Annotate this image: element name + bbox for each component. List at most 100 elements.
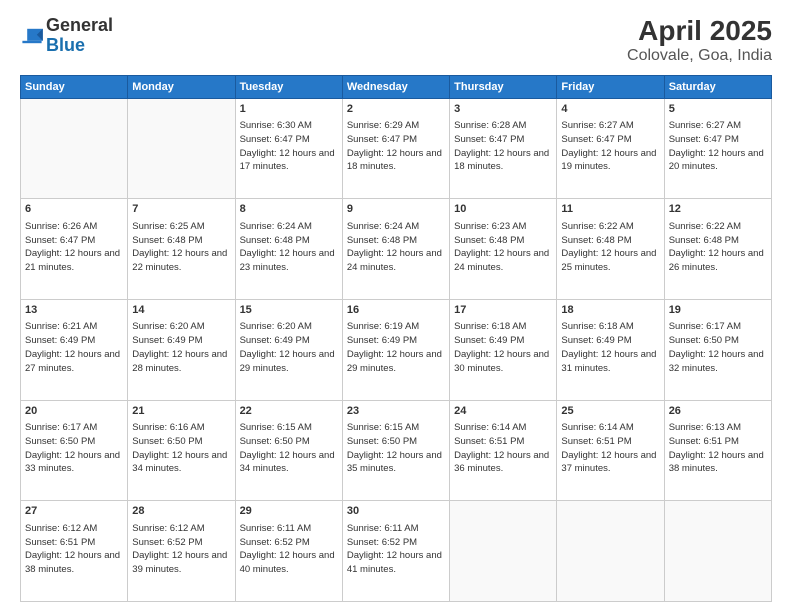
day-info: Sunrise: 6:24 AM Sunset: 6:48 PM Dayligh… [347,220,445,275]
day-number: 17 [454,303,552,318]
day-number: 12 [669,202,767,217]
calendar-day-cell: 11Sunrise: 6:22 AM Sunset: 6:48 PM Dayli… [557,199,664,300]
day-number: 27 [25,504,123,519]
calendar-day-cell [450,501,557,602]
day-info: Sunrise: 6:12 AM Sunset: 6:51 PM Dayligh… [25,522,123,577]
logo: General Blue [20,16,113,56]
col-header-tuesday: Tuesday [235,75,342,98]
day-number: 26 [669,404,767,419]
calendar-day-cell: 24 Sunrise: 6:14 AM Sunset: 6:51 PM Dayli… [450,400,557,501]
day-number: 28 [132,504,230,519]
day-number: 16 [347,303,445,318]
day-info: Sunrise: 6:29 AM Sunset: 6:47 PM Dayligh… [347,119,445,174]
day-number: 3 [454,102,552,117]
day-info: Sunrise: 6:30 AM Sunset: 6:47 PM Dayligh… [240,119,338,174]
header: General Blue April 2025 Colovale, Goa, I… [20,16,772,65]
day-info: Sunrise: 6:12 AM Sunset: 6:52 PM Dayligh… [132,522,230,577]
day-info: Sunrise: 6:13 AM Sunset: 6:51 PM Dayligh… [669,421,767,476]
page-subtitle: Colovale, Goa, India [627,47,772,65]
calendar-day-cell: 6Sunrise: 6:26 AM Sunset: 6:47 PM Daylig… [21,199,128,300]
day-info: Sunrise: 6:22 AM Sunset: 6:48 PM Dayligh… [561,220,659,275]
calendar-table: SundayMondayTuesdayWednesdayThursdayFrid… [20,75,772,602]
calendar-header-row: SundayMondayTuesdayWednesdayThursdayFrid… [21,75,772,98]
calendar-day-cell [664,501,771,602]
col-header-thursday: Thursday [450,75,557,98]
col-header-monday: Monday [128,75,235,98]
col-header-wednesday: Wednesday [342,75,449,98]
day-info: Sunrise: 6:27 AM Sunset: 6:47 PM Dayligh… [669,119,767,174]
calendar-day-cell: 4Sunrise: 6:27 AM Sunset: 6:47 PM Daylig… [557,98,664,199]
calendar-day-cell: 12 Sunrise: 6:22 AM Sunset: 6:48 PM Dayli… [664,199,771,300]
day-number: 18 [561,303,659,318]
calendar-day-cell: 5 Sunrise: 6:27 AM Sunset: 6:47 PM Daylig… [664,98,771,199]
day-number: 24 [454,404,552,419]
calendar-day-cell: 19Sunrise: 6:17 AM Sunset: 6:50 PM Dayli… [664,300,771,401]
page: General Blue April 2025 Colovale, Goa, I… [0,0,792,612]
calendar-day-cell: 1 Sunrise: 6:30 AM Sunset: 6:47 PM Daylig… [235,98,342,199]
day-number: 9 [347,202,445,217]
calendar-day-cell: 14 Sunrise: 6:20 AM Sunset: 6:49 PM Dayli… [128,300,235,401]
calendar-day-cell: 13 Sunrise: 6:21 AM Sunset: 6:49 PM Dayli… [21,300,128,401]
day-number: 2 [347,102,445,117]
calendar-week-row: 20 Sunrise: 6:17 AM Sunset: 6:50 PM Dayli… [21,400,772,501]
day-number: 6 [25,202,123,217]
day-number: 10 [454,202,552,217]
calendar-day-cell: 10Sunrise: 6:23 AM Sunset: 6:48 PM Dayli… [450,199,557,300]
day-number: 25 [561,404,659,419]
day-number: 14 [132,303,230,318]
day-number: 1 [240,102,338,117]
day-info: Sunrise: 6:20 AM Sunset: 6:49 PM Dayligh… [240,320,338,375]
day-info: Sunrise: 6:15 AM Sunset: 6:50 PM Dayligh… [347,421,445,476]
calendar-week-row: 27 Sunrise: 6:12 AM Sunset: 6:51 PM Dayli… [21,501,772,602]
calendar-day-cell: 7 Sunrise: 6:25 AM Sunset: 6:48 PM Daylig… [128,199,235,300]
day-info: Sunrise: 6:21 AM Sunset: 6:49 PM Dayligh… [25,320,123,375]
day-info: Sunrise: 6:20 AM Sunset: 6:49 PM Dayligh… [132,320,230,375]
col-header-sunday: Sunday [21,75,128,98]
day-info: Sunrise: 6:18 AM Sunset: 6:49 PM Dayligh… [561,320,659,375]
calendar-day-cell: 2 Sunrise: 6:29 AM Sunset: 6:47 PM Daylig… [342,98,449,199]
calendar-week-row: 13 Sunrise: 6:21 AM Sunset: 6:49 PM Dayli… [21,300,772,401]
day-info: Sunrise: 6:25 AM Sunset: 6:48 PM Dayligh… [132,220,230,275]
calendar-day-cell: 8Sunrise: 6:24 AM Sunset: 6:48 PM Daylig… [235,199,342,300]
calendar-day-cell [21,98,128,199]
day-number: 5 [669,102,767,117]
day-number: 15 [240,303,338,318]
calendar-day-cell: 18 Sunrise: 6:18 AM Sunset: 6:49 PM Dayli… [557,300,664,401]
day-info: Sunrise: 6:11 AM Sunset: 6:52 PM Dayligh… [347,522,445,577]
calendar-day-cell: 3Sunrise: 6:28 AM Sunset: 6:47 PM Daylig… [450,98,557,199]
calendar-day-cell: 23 Sunrise: 6:15 AM Sunset: 6:50 PM Dayli… [342,400,449,501]
day-info: Sunrise: 6:18 AM Sunset: 6:49 PM Dayligh… [454,320,552,375]
day-info: Sunrise: 6:22 AM Sunset: 6:48 PM Dayligh… [669,220,767,275]
col-header-saturday: Saturday [664,75,771,98]
calendar-day-cell: 22 Sunrise: 6:15 AM Sunset: 6:50 PM Dayli… [235,400,342,501]
day-number: 13 [25,303,123,318]
day-info: Sunrise: 6:24 AM Sunset: 6:48 PM Dayligh… [240,220,338,275]
calendar-day-cell [557,501,664,602]
day-number: 7 [132,202,230,217]
calendar-day-cell: 25 Sunrise: 6:14 AM Sunset: 6:51 PM Dayli… [557,400,664,501]
calendar-day-cell: 17 Sunrise: 6:18 AM Sunset: 6:49 PM Dayli… [450,300,557,401]
day-info: Sunrise: 6:15 AM Sunset: 6:50 PM Dayligh… [240,421,338,476]
calendar-day-cell: 9 Sunrise: 6:24 AM Sunset: 6:48 PM Daylig… [342,199,449,300]
calendar-day-cell: 30Sunrise: 6:11 AM Sunset: 6:52 PM Dayli… [342,501,449,602]
day-number: 22 [240,404,338,419]
day-info: Sunrise: 6:17 AM Sunset: 6:50 PM Dayligh… [25,421,123,476]
day-info: Sunrise: 6:14 AM Sunset: 6:51 PM Dayligh… [561,421,659,476]
logo-icon [20,24,44,48]
calendar-day-cell: 27 Sunrise: 6:12 AM Sunset: 6:51 PM Dayli… [21,501,128,602]
calendar-day-cell: 26 Sunrise: 6:13 AM Sunset: 6:51 PM Dayli… [664,400,771,501]
day-info: Sunrise: 6:17 AM Sunset: 6:50 PM Dayligh… [669,320,767,375]
calendar-day-cell [128,98,235,199]
calendar-day-cell: 21Sunrise: 6:16 AM Sunset: 6:50 PM Dayli… [128,400,235,501]
calendar-week-row: 6Sunrise: 6:26 AM Sunset: 6:47 PM Daylig… [21,199,772,300]
day-info: Sunrise: 6:14 AM Sunset: 6:51 PM Dayligh… [454,421,552,476]
day-number: 20 [25,404,123,419]
day-number: 23 [347,404,445,419]
col-header-friday: Friday [557,75,664,98]
page-title: April 2025 [627,16,772,47]
calendar-day-cell: 20 Sunrise: 6:17 AM Sunset: 6:50 PM Dayli… [21,400,128,501]
day-number: 21 [132,404,230,419]
calendar-week-row: 1 Sunrise: 6:30 AM Sunset: 6:47 PM Daylig… [21,98,772,199]
day-info: Sunrise: 6:11 AM Sunset: 6:52 PM Dayligh… [240,522,338,577]
calendar-day-cell: 29Sunrise: 6:11 AM Sunset: 6:52 PM Dayli… [235,501,342,602]
